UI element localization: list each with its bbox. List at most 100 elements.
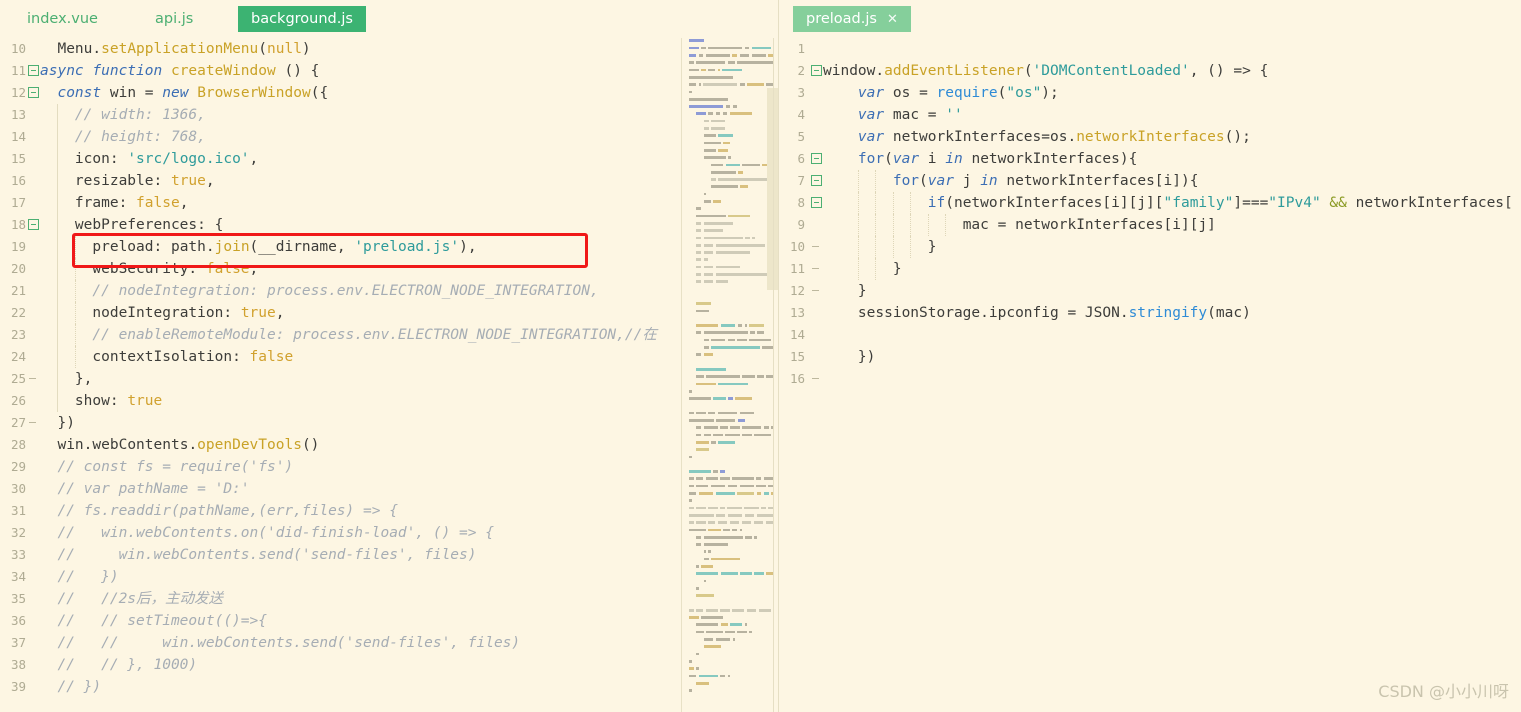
minimap-token: [711, 185, 739, 189]
right-code-area[interactable]: 1 2 window.addEventListener('DOMContentLoa…: [779, 38, 1521, 712]
fold-collapse-icon[interactable]: [28, 219, 39, 230]
minimap-token: [696, 440, 709, 444]
code-line[interactable]: 23 // enableRemoteModule: process.env.EL…: [0, 324, 779, 346]
minimap-token: [703, 535, 743, 539]
code-line[interactable]: 13 sessionStorage.ipconfig = JSON.string…: [779, 302, 1521, 324]
fold-collapse-icon[interactable]: [811, 197, 822, 208]
minimap-token: [729, 112, 752, 116]
minimap-token: [703, 280, 714, 284]
code-line[interactable]: 10 }: [779, 236, 1521, 258]
minimap-token: [713, 433, 723, 437]
minimap-token: [758, 608, 771, 612]
code-line[interactable]: 5 var networkInterfaces=os.networkInterf…: [779, 126, 1521, 148]
minimap-token: [703, 83, 738, 86]
code-line[interactable]: 24 contextIsolation: false: [0, 346, 779, 368]
code-line[interactable]: 2 window.addEventListener('DOMContentLoad…: [779, 60, 1521, 82]
code-line[interactable]: 6 for(var i in networkInterfaces){: [779, 148, 1521, 170]
minimap-token: [696, 652, 699, 656]
code-line[interactable]: 14: [779, 324, 1521, 346]
fold-collapse-icon[interactable]: [811, 175, 822, 186]
code-line[interactable]: 1: [779, 38, 1521, 60]
code-text: var networkInterfaces=os.networkInterfac…: [857, 129, 1251, 145]
minimap-token: [754, 572, 765, 576]
minimap-token: [710, 557, 741, 561]
left-code-area[interactable]: 10 Menu.setApplicationMenu(null) 11 async …: [0, 38, 779, 712]
code-line[interactable]: 28 win.webContents.openDevTools(): [0, 434, 779, 456]
code-line[interactable]: 10 Menu.setApplicationMenu(null): [0, 38, 779, 60]
code-line[interactable]: 11 }: [779, 258, 1521, 280]
code-line[interactable]: 37 // // win.webContents.send('send-file…: [0, 632, 779, 654]
minimap-token: [696, 543, 702, 546]
minimap-token: [696, 382, 716, 386]
minimap-token: [701, 68, 706, 72]
line-number: 33: [10, 547, 26, 562]
minimap-token: [705, 630, 724, 634]
tab-index-vue[interactable]: index.vue: [14, 6, 111, 32]
minimap-token: [701, 46, 706, 50]
code-line[interactable]: 3 var os = require("os");: [779, 82, 1521, 104]
code-line[interactable]: 31 // fs.readdir(pathName,(err,files) =>…: [0, 500, 779, 522]
minimap-token: [696, 302, 712, 305]
code-line[interactable]: 36 // // setTimeout(()=>{: [0, 610, 779, 632]
close-icon[interactable]: ✕: [887, 12, 898, 27]
minimap-token: [717, 68, 721, 72]
code-line[interactable]: 38 // // }, 1000): [0, 654, 779, 676]
line-number: 10: [789, 239, 805, 254]
line-number: 10: [10, 41, 26, 56]
code-line[interactable]: 17 frame: false,: [0, 192, 779, 214]
code-line[interactable]: 22 nodeIntegration: true,: [0, 302, 779, 324]
minimap-token: [703, 258, 709, 262]
code-line[interactable]: 4 var mac = '': [779, 104, 1521, 126]
code-line[interactable]: 14 // height: 768,: [0, 126, 779, 148]
code-line[interactable]: 33 // win.webContents.send('send-files',…: [0, 544, 779, 566]
tab-api-js[interactable]: api.js: [142, 6, 206, 32]
minimap-token: [698, 492, 714, 495]
minimap-token: [732, 528, 738, 532]
code-line[interactable]: 11 async function createWindow () {: [0, 60, 779, 82]
minimap-token: [689, 97, 729, 101]
code-line[interactable]: 15 icon: 'src/logo.ico',: [0, 148, 779, 170]
code-line[interactable]: 30 // var pathName = 'D:': [0, 478, 779, 500]
minimap-token: [696, 367, 726, 371]
code-line[interactable]: 34 // }): [0, 566, 779, 588]
code-line[interactable]: 19 preload: path.join(__dirname, 'preloa…: [0, 236, 779, 258]
minimap-token: [703, 579, 707, 583]
code-line[interactable]: 15 }): [779, 346, 1521, 368]
code-line[interactable]: 9 mac = networkInterfaces[i][j]: [779, 214, 1521, 236]
code-line[interactable]: 26 show: true: [0, 390, 779, 412]
code-line[interactable]: 12 const win = new BrowserWindow({: [0, 82, 779, 104]
tab-preload-js[interactable]: preload.js ✕: [793, 6, 911, 32]
code-line[interactable]: 12 }: [779, 280, 1521, 302]
code-line[interactable]: 29 // const fs = require('fs'): [0, 456, 779, 478]
minimap-token: [689, 616, 699, 619]
code-line[interactable]: 39 // }): [0, 676, 779, 698]
minimap-token: [727, 338, 736, 342]
line-number: 22: [10, 305, 26, 320]
code-line[interactable]: 7 for(var j in networkInterfaces[i]){: [779, 170, 1521, 192]
code-line[interactable]: 25 },: [0, 368, 779, 390]
tab-background-js[interactable]: background.js: [238, 6, 366, 32]
fold-collapse-icon[interactable]: [28, 65, 39, 76]
line-number: 5: [797, 129, 805, 144]
fold-collapse-icon[interactable]: [811, 153, 822, 164]
minimap-token: [708, 521, 716, 524]
code-line[interactable]: 16 resizable: true,: [0, 170, 779, 192]
code-text: },: [74, 371, 93, 387]
minimap-token: [689, 419, 714, 422]
code-line[interactable]: 27 }): [0, 412, 779, 434]
minimap-token: [689, 397, 712, 400]
minimap-token: [689, 484, 694, 488]
code-line[interactable]: 8 if(networkInterfaces[i][j]["family"]==…: [779, 192, 1521, 214]
minimap-token: [696, 221, 702, 225]
code-line[interactable]: 13 // width: 1366,: [0, 104, 779, 126]
fold-collapse-icon[interactable]: [811, 65, 822, 76]
minimap[interactable]: [681, 38, 773, 712]
minimap-token: [696, 484, 709, 488]
fold-collapse-icon[interactable]: [28, 87, 39, 98]
code-line[interactable]: 32 // win.webContents.on('did-finish-loa…: [0, 522, 779, 544]
code-line[interactable]: 18 webPreferences: {: [0, 214, 779, 236]
code-line[interactable]: 20 webSecurity: false,: [0, 258, 779, 280]
code-line[interactable]: 35 // //2s后，主动发送: [0, 588, 779, 610]
code-line[interactable]: 16: [779, 368, 1521, 390]
code-line[interactable]: 21 // nodeIntegration: process.env.ELECT…: [0, 280, 779, 302]
